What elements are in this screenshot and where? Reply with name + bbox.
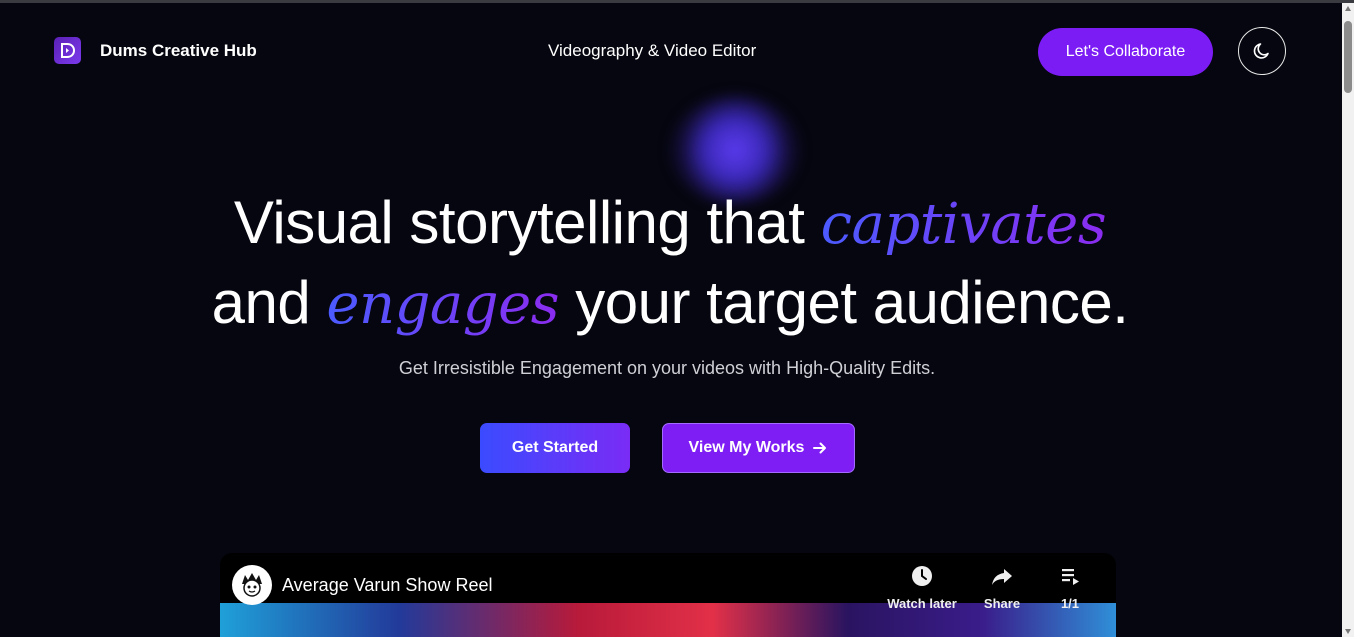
get-started-button[interactable]: Get Started — [480, 423, 630, 473]
headline-text: and — [211, 269, 327, 336]
view-my-works-button[interactable]: View My Works — [662, 423, 855, 473]
headline-text: Visual storytelling that — [233, 189, 821, 256]
share-label: Share — [983, 596, 1021, 611]
watch-later-button[interactable]: Watch later — [887, 565, 957, 611]
moon-icon — [1253, 43, 1269, 59]
get-started-label: Get Started — [511, 439, 599, 456]
collaborate-button[interactable]: Let's Collaborate — [1038, 28, 1213, 76]
logo-d-icon — [61, 43, 76, 58]
arrow-right-icon — [813, 442, 827, 454]
avatar-character-icon — [242, 573, 262, 597]
channel-avatar[interactable] — [232, 565, 272, 605]
playlist-icon — [1062, 569, 1079, 585]
hero-tagline: Get Irresistible Engagement on your vide… — [398, 358, 936, 378]
brand-logo[interactable] — [54, 37, 81, 64]
share-icon — [992, 569, 1012, 585]
headline-accent-engages: engages — [326, 272, 560, 337]
clock-icon — [912, 566, 932, 586]
headline-text: your target audience. — [559, 269, 1129, 336]
window-top-border — [0, 0, 1354, 3]
scroll-down-arrow-icon[interactable] — [1345, 629, 1351, 634]
scroll-up-arrow-icon[interactable] — [1345, 6, 1351, 11]
hero-headline-line2: and engages your target audience. — [0, 268, 1340, 337]
playlist-count: 1/1 — [1060, 596, 1080, 611]
view-my-works-label: View My Works — [688, 439, 805, 456]
page-scrollbar[interactable] — [1342, 3, 1354, 637]
hero-headline-line1: Visual storytelling that captivates — [0, 188, 1340, 257]
watch-later-label: Watch later — [887, 596, 957, 611]
share-button[interactable]: Share — [967, 565, 1037, 611]
theme-toggle-button[interactable] — [1238, 27, 1286, 75]
brand-name[interactable]: Dums Creative Hub — [100, 41, 257, 61]
playlist-button[interactable]: 1/1 — [1035, 565, 1105, 611]
video-title[interactable]: Average Varun Show Reel — [282, 575, 492, 596]
video-embed[interactable]: Average Varun Show Reel Watch later Shar… — [220, 553, 1116, 637]
headline-accent-captivates: captivates — [820, 192, 1107, 257]
scrollbar-thumb[interactable] — [1344, 21, 1352, 93]
site-subtitle: Videography & Video Editor — [548, 41, 757, 60]
